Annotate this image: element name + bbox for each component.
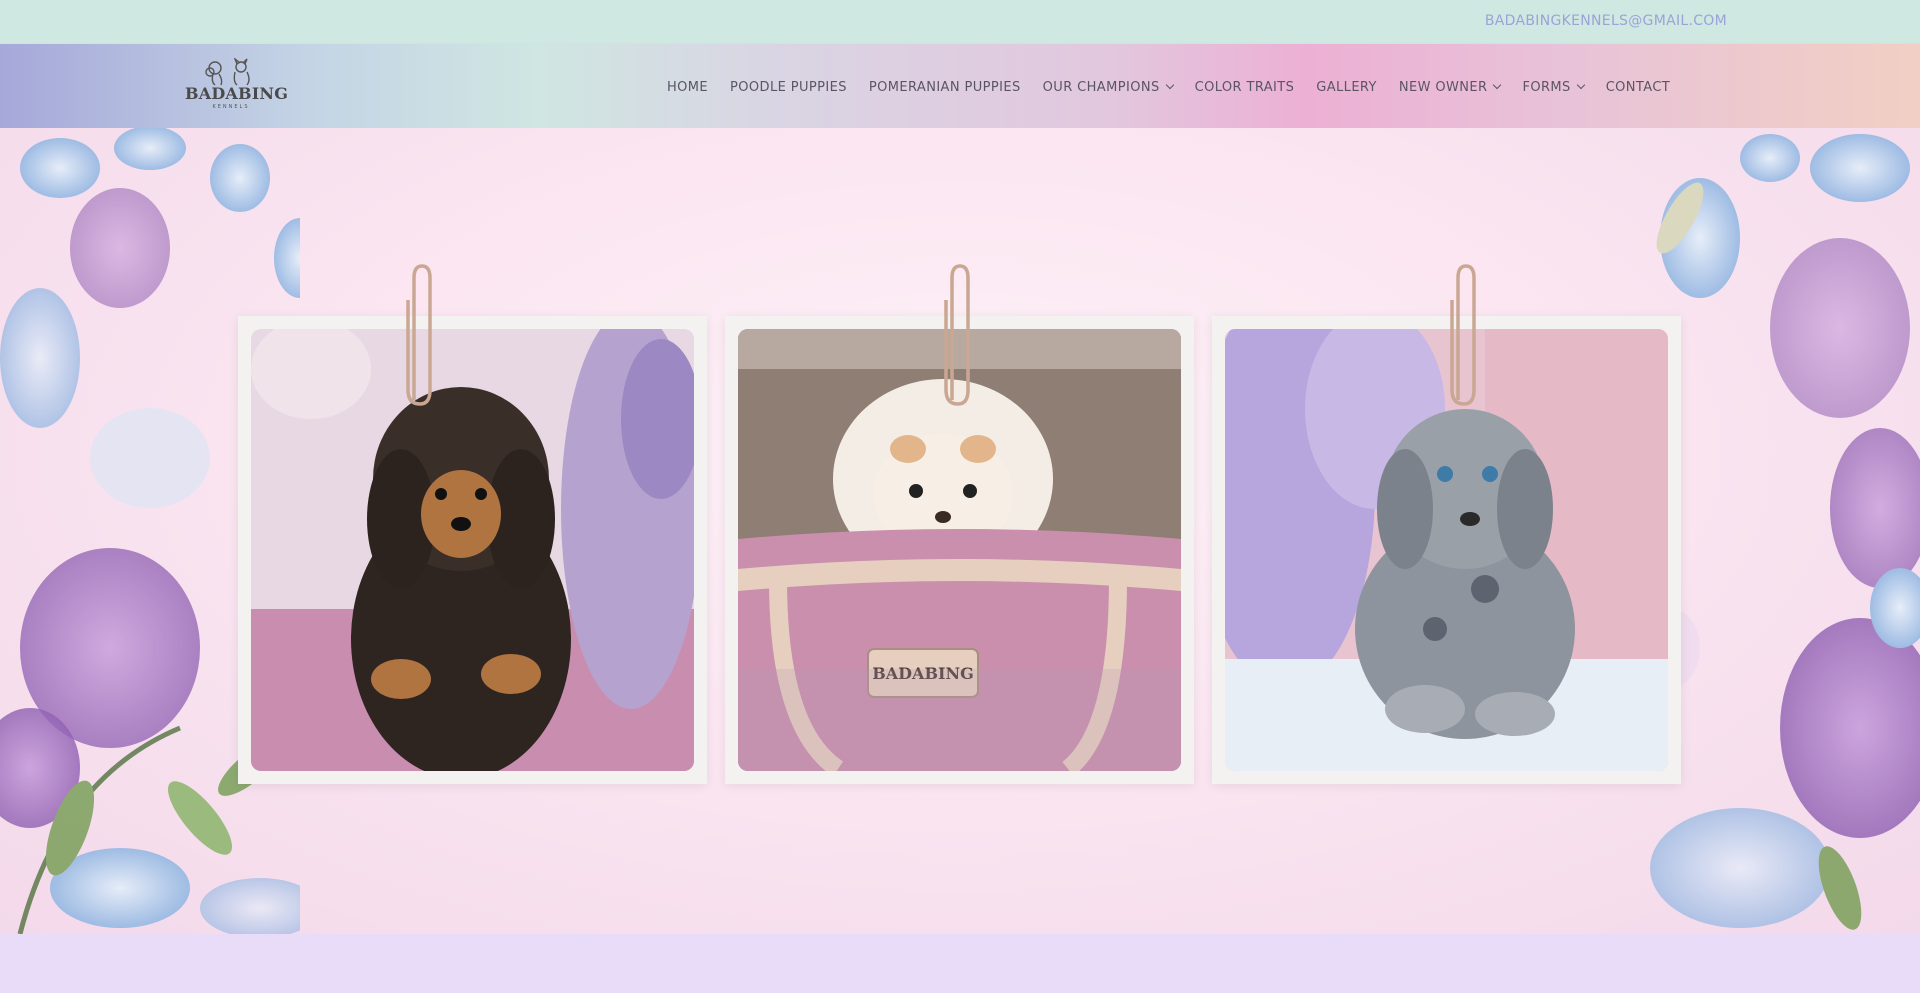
nav-gallery-label: GALLERY	[1316, 79, 1377, 95]
nav-color-traits-label: COLOR TRAITS	[1194, 79, 1295, 95]
poodle-photo[interactable]	[251, 329, 694, 771]
nav-our-champions-label: OUR CHAMPIONS	[1042, 79, 1160, 95]
top-bar: BADABINGKENNELS@GMAIL.COM	[0, 0, 1920, 44]
nav-our-champions[interactable]: OUR CHAMPIONS	[1042, 79, 1174, 95]
logo-sub-text: KENNELS	[212, 104, 250, 110]
contact-email-link[interactable]: BADABINGKENNELS@GMAIL.COM	[1485, 13, 1727, 29]
nav-poodle-puppies-label: POODLE PUPPIES	[730, 79, 847, 95]
site-header: BADABING KENNELS HOME POODLE PUPPIES POM…	[0, 44, 1920, 128]
nav-gallery[interactable]: GALLERY	[1316, 80, 1377, 95]
chevron-down-icon	[1493, 80, 1502, 90]
nav-color-traits[interactable]: COLOR TRAITS	[1195, 80, 1295, 95]
nav-home-label: HOME	[667, 79, 709, 95]
nav-forms-label: FORMS	[1522, 79, 1571, 95]
nav-contact[interactable]: CONTACT	[1606, 80, 1670, 95]
hero-section: BADABING	[0, 128, 1920, 934]
paperclip-icon	[1450, 264, 1476, 406]
paperclip-icon	[944, 264, 970, 406]
nav-forms[interactable]: FORMS	[1522, 79, 1585, 95]
nav-pomeranian-puppies[interactable]: POMERANIAN PUPPIES	[869, 80, 1021, 95]
site-logo[interactable]: BADABING KENNELS	[185, 58, 289, 118]
next-section-band	[0, 934, 1920, 993]
nav-new-owner-label: NEW OWNER	[1398, 79, 1488, 95]
paperclip-icon	[406, 264, 432, 406]
nav-new-owner[interactable]: NEW OWNER	[1398, 79, 1502, 95]
chevron-down-icon	[1576, 80, 1585, 90]
chevron-down-icon	[1165, 80, 1174, 90]
nav-home[interactable]: HOME	[667, 80, 708, 95]
nav-pomeranian-puppies-label: POMERANIAN PUPPIES	[868, 79, 1021, 95]
photo-card	[238, 316, 707, 784]
main-nav: HOME POODLE PUPPIES POMERANIAN PUPPIES O…	[667, 76, 1670, 98]
nav-poodle-puppies[interactable]: POODLE PUPPIES	[730, 80, 847, 95]
logo-brand-text: BADABING	[185, 84, 289, 103]
nav-contact-label: CONTACT	[1605, 79, 1671, 95]
dogs-logo-icon	[205, 58, 250, 86]
